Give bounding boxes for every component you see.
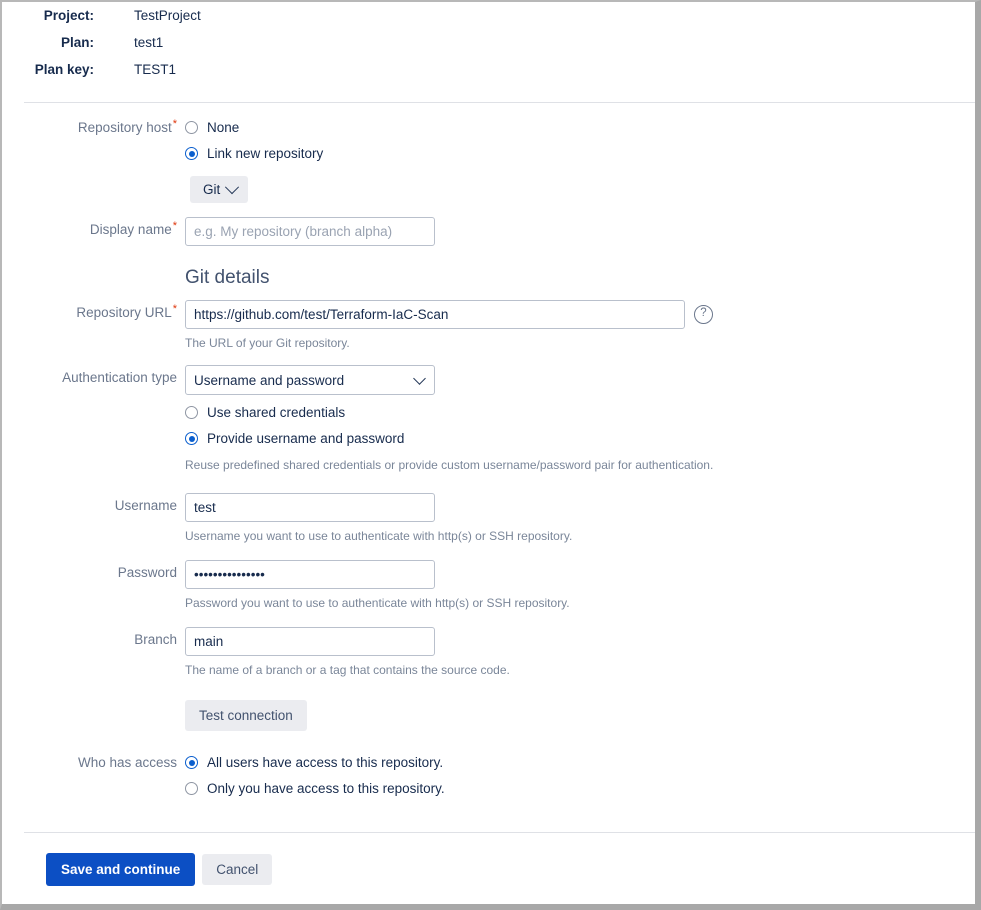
repository-type-dropdown-button[interactable]: Git <box>190 176 249 203</box>
field-row-test-connection: Test connection <box>2 700 975 731</box>
field-username: Username you want to use to authenticate… <box>185 493 975 544</box>
repository-url-input-group: ? <box>185 300 975 329</box>
section-git-details: Git details <box>185 246 975 300</box>
field-row-who-has-access: Who has access All users have access to … <box>2 750 975 802</box>
authentication-type-select-wrap: Username and password SSH private key No… <box>185 365 435 395</box>
git-details-heading: Git details <box>185 267 270 288</box>
summary-row-project: Project: TestProject <box>2 8 975 35</box>
field-row-authentication-type: Authentication type Username and passwor… <box>2 365 975 473</box>
radio-icon-use-shared-credentials[interactable] <box>185 406 198 419</box>
summary-key-plan: Plan: <box>60 35 94 50</box>
field-repository-host: None Link new repository Git <box>185 115 975 203</box>
radio-repository-host-none[interactable]: None <box>185 115 975 140</box>
chevron-down-icon <box>225 179 240 194</box>
label-display-name: Display name* <box>2 217 185 240</box>
summary-value-plan: test1 <box>134 35 164 50</box>
radio-use-shared-credentials[interactable]: Use shared credentials <box>185 400 975 425</box>
password-input[interactable] <box>185 560 435 589</box>
summary-value-project: TestProject <box>134 8 201 23</box>
test-connection-button[interactable]: Test connection <box>185 700 307 731</box>
radio-all-users-access[interactable]: All users have access to this repository… <box>185 750 975 775</box>
required-marker: * <box>172 117 177 130</box>
hint-repository-url: The URL of your Git repository. <box>185 336 350 350</box>
label-repository-url: Repository URL* <box>2 300 185 323</box>
hint-username: Username you want to use to authenticate… <box>185 529 573 543</box>
branch-input[interactable] <box>185 627 435 656</box>
display-name-input[interactable] <box>185 217 435 246</box>
field-test-connection: Test connection <box>185 700 975 731</box>
field-row-display-name: Display name* <box>2 217 975 246</box>
hint-authentication-type: Reuse predefined shared credentials or p… <box>185 458 714 472</box>
radio-label-none: None <box>207 119 240 135</box>
field-password: Password you want to use to authenticate… <box>185 560 975 611</box>
field-row-password: Password Password you want to use to aut… <box>2 560 975 611</box>
radio-label-link-new-repository: Link new repository <box>207 145 324 161</box>
section-row-git-details: Git details <box>2 246 975 300</box>
field-who-has-access: All users have access to this repository… <box>185 750 975 802</box>
required-marker: * <box>172 302 177 315</box>
radio-icon-only-you-access[interactable] <box>185 782 198 795</box>
radio-icon-provide-username-password[interactable] <box>185 432 198 445</box>
field-authentication-type: Username and password SSH private key No… <box>185 365 975 473</box>
cancel-button[interactable]: Cancel <box>202 854 273 885</box>
summary-row-plan: Plan: test1 <box>2 35 975 62</box>
label-username: Username <box>114 498 177 513</box>
radio-provide-username-password[interactable]: Provide username and password <box>185 426 975 451</box>
label-display-name-text: Display name <box>89 222 172 237</box>
radio-only-you-access[interactable]: Only you have access to this repository. <box>185 776 975 801</box>
radio-icon-none[interactable] <box>185 121 198 134</box>
form-footer: Save and continue Cancel <box>2 833 975 886</box>
required-marker: * <box>172 219 177 232</box>
summary-row-plan-key: Plan key: TEST1 <box>2 62 975 89</box>
label-password: Password <box>117 565 177 580</box>
field-display-name <box>185 217 975 246</box>
window-frame: Project: TestProject Plan: test1 Plan ke… <box>0 0 981 910</box>
hint-password: Password you want to use to authenticate… <box>185 596 570 610</box>
label-who-has-access: Who has access <box>77 755 177 770</box>
authentication-type-select[interactable]: Username and password SSH private key No… <box>185 365 435 395</box>
label-spacer <box>2 700 185 703</box>
label-spacer <box>2 246 185 249</box>
radio-icon-all-users-access[interactable] <box>185 756 198 769</box>
field-row-username: Username Username you want to use to aut… <box>2 493 975 544</box>
radio-label-provide-username-password: Provide username and password <box>207 430 405 446</box>
label-branch: Branch <box>134 632 177 647</box>
summary-key-plan-key: Plan key: <box>34 62 94 77</box>
field-row-repository-host: Repository host* None Link new repositor… <box>2 115 975 203</box>
label-repository-host-text: Repository host <box>77 120 172 135</box>
radio-label-only-you-access: Only you have access to this repository. <box>207 780 445 796</box>
save-and-continue-button[interactable]: Save and continue <box>46 853 196 886</box>
hint-branch: The name of a branch or a tag that conta… <box>185 663 510 677</box>
repository-type-label: Git <box>203 182 221 197</box>
repository-configuration-page: Project: TestProject Plan: test1 Plan ke… <box>2 2 975 904</box>
radio-label-use-shared-credentials: Use shared credentials <box>207 404 346 420</box>
radio-icon-link-new-repository[interactable] <box>185 147 198 160</box>
label-repository-url-text: Repository URL <box>76 305 172 320</box>
field-branch: The name of a branch or a tag that conta… <box>185 627 975 678</box>
summary-value-plan-key: TEST1 <box>134 62 177 77</box>
radio-label-all-users-access: All users have access to this repository… <box>207 754 444 770</box>
label-repository-host: Repository host* <box>2 115 185 138</box>
plan-summary: Project: TestProject Plan: test1 Plan ke… <box>2 2 975 89</box>
label-authentication-type: Authentication type <box>62 370 177 385</box>
field-row-branch: Branch The name of a branch or a tag tha… <box>2 627 975 678</box>
summary-key-project: Project: <box>43 8 94 23</box>
radio-repository-host-link-new[interactable]: Link new repository <box>185 141 975 166</box>
username-input[interactable] <box>185 493 435 522</box>
field-row-repository-url: Repository URL* ? The URL of your Git re… <box>2 300 975 351</box>
repository-url-input[interactable] <box>185 300 685 329</box>
question-circle-icon[interactable]: ? <box>694 305 713 324</box>
repository-form: Repository host* None Link new repositor… <box>2 103 975 802</box>
field-repository-url: ? The URL of your Git repository. <box>185 300 975 351</box>
